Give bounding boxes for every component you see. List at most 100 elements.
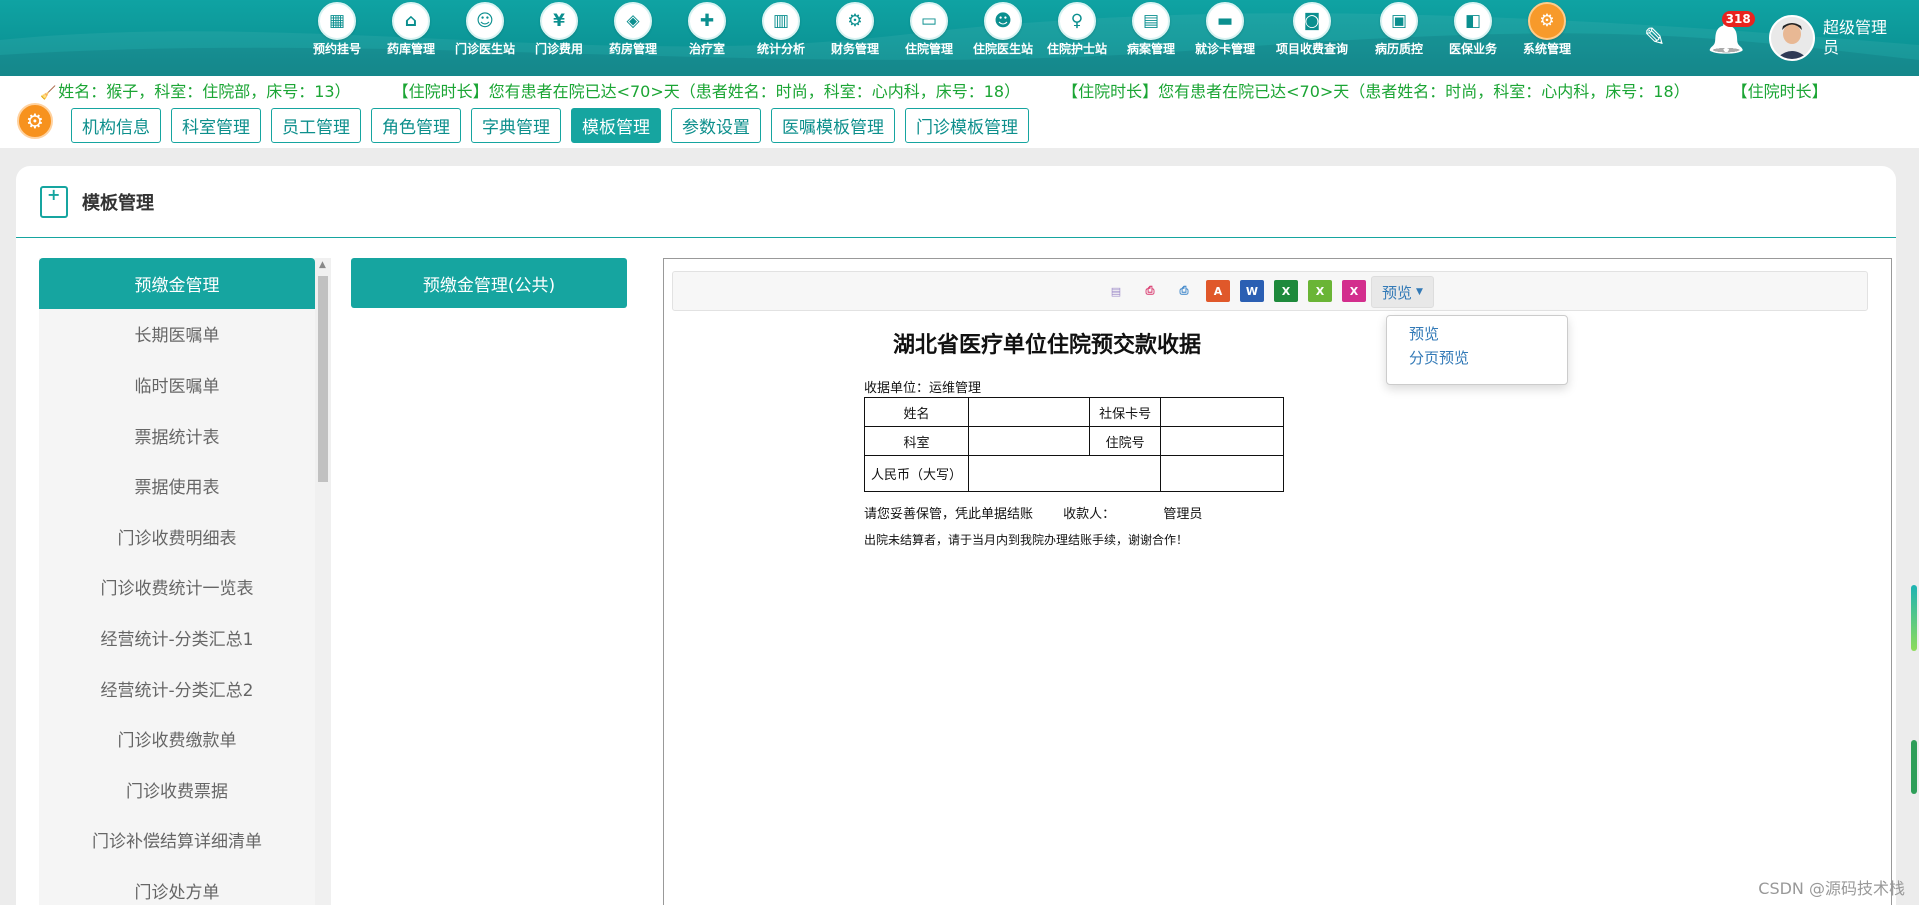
list-item[interactable]: 门诊收费明细表 <box>39 511 315 562</box>
nav-item-label: 住院管理 <box>904 42 953 56</box>
table-cell: 社保卡号 <box>1089 397 1161 427</box>
nav-item[interactable]: ✚ 治疗室 <box>670 0 744 76</box>
receipt-note-settle: 出院未结算者，请于当月内到我院办理结账手续，谢谢合作！ <box>864 533 1189 547</box>
list-item[interactable]: 票据统计表 <box>39 410 315 461</box>
receipt-unit: 收据单位：运维管理 <box>864 381 982 396</box>
doctor-icon: ☺ <box>466 2 504 40</box>
page-scroll-indicator-lower[interactable] <box>1911 740 1917 794</box>
excel3-icon[interactable]: X <box>1342 280 1366 302</box>
report-toolbar: ▤ ⎙ ⎙ A W X X X 预览 ▼ <box>672 271 1868 311</box>
scrollbar-thumb[interactable] <box>318 276 328 482</box>
list-item[interactable]: 预缴金管理 <box>39 258 315 309</box>
preview-dropdown-label: 预览 <box>1382 283 1413 302</box>
subtab[interactable]: 科室管理 <box>171 108 261 143</box>
notification-bell[interactable]: 🔔 318 <box>1708 10 1755 56</box>
table-cell: 科室 <box>863 426 970 456</box>
toolbar-icons: ▤ ⎙ ⎙ A W X X X <box>1104 280 1376 302</box>
list-item[interactable]: 门诊收费票据 <box>39 764 315 815</box>
card-header: 模板管理 <box>16 166 1896 238</box>
nav-item-label: 医保业务 <box>1448 42 1497 56</box>
subtab[interactable]: 员工管理 <box>271 108 361 143</box>
nav-item[interactable]: ▥ 统计分析 <box>744 0 818 76</box>
nav-item[interactable]: ◙ 项目收费查询 <box>1262 0 1362 76</box>
nav-item[interactable]: ▦ 预约挂号 <box>300 0 374 76</box>
list-item[interactable]: 门诊处方单 <box>39 865 315 905</box>
public-template-button[interactable]: 预缴金管理(公共) <box>351 258 627 308</box>
yen-icon: ¥ <box>540 2 578 40</box>
subtab[interactable]: 机构信息 <box>71 108 161 143</box>
subtab[interactable]: 门诊模板管理 <box>905 108 1029 143</box>
table-cell: 人民币（大写） <box>863 455 970 492</box>
preview-dropdown-button[interactable]: 预览 ▼ <box>1371 276 1434 308</box>
subtab[interactable]: 模板管理 <box>571 108 661 143</box>
excel2-icon[interactable]: X <box>1308 280 1332 302</box>
inpatient-nurse-icon: ♀ <box>1058 2 1096 40</box>
table-cell <box>968 426 1091 456</box>
template-list-scrollbar[interactable]: ▲ <box>315 258 331 905</box>
excel-icon[interactable]: X <box>1274 280 1298 302</box>
avatar-image <box>1771 17 1813 59</box>
subtab[interactable]: 医嘱模板管理 <box>771 108 895 143</box>
nav-item-label: 就诊卡管理 <box>1194 42 1255 56</box>
id-card-icon: ▬ <box>1206 2 1244 40</box>
nav-item[interactable]: ▤ 病案管理 <box>1114 0 1188 76</box>
list-item[interactable]: 临时医嘱单 <box>39 359 315 410</box>
pdf-icon[interactable]: A <box>1206 280 1230 302</box>
finance-gear-icon: ⚙ <box>836 2 874 40</box>
nav-item[interactable]: ☺ 门诊医生站 <box>448 0 522 76</box>
nav-item[interactable]: ♀ 住院护士站 <box>1040 0 1114 76</box>
nav-item[interactable]: ⌂ 药库管理 <box>374 0 448 76</box>
template-management-card: 模板管理 预缴金管理长期医嘱单临时医嘱单票据统计表票据使用表门诊收费明细表门诊收… <box>16 166 1896 905</box>
subtab[interactable]: 参数设置 <box>671 108 761 143</box>
edit-pencil-icon[interactable]: ✎ <box>1644 23 1666 53</box>
list-item[interactable]: 门诊补偿结算详细清单 <box>39 815 315 866</box>
list-item[interactable]: 长期医嘱单 <box>39 309 315 360</box>
nav-item-label: 病案管理 <box>1126 42 1175 56</box>
nav-item[interactable]: ◧ 医保业务 <box>1436 0 1510 76</box>
menu-item-preview[interactable]: 预览 <box>1387 322 1567 346</box>
receipt-table: 姓名 社保卡号 科室 住院号 人民币（大写） <box>863 397 1285 492</box>
nav-item[interactable]: ▬ 就诊卡管理 <box>1188 0 1262 76</box>
nav-item-label: 治疗室 <box>688 42 725 56</box>
design-icon[interactable]: ▤ <box>1104 280 1128 302</box>
user-name[interactable]: 超级管理员 <box>1823 18 1893 58</box>
menu-item-page-preview[interactable]: 分页预览 <box>1387 346 1567 370</box>
page-scroll-indicator[interactable] <box>1911 585 1917 651</box>
marquee-message: 姓名：猴子，科室：住院部，床号：13） <box>58 82 351 100</box>
case-record-icon: ▤ <box>1132 2 1170 40</box>
nav-item-label: 门诊医生站 <box>454 42 515 56</box>
nav-item[interactable]: ⚙ 系统管理 <box>1510 0 1584 76</box>
payee-name: 管理员 <box>1163 507 1203 522</box>
nav-item[interactable]: ⚙ 财务管理 <box>818 0 892 76</box>
insurance-icon: ◧ <box>1454 2 1492 40</box>
receipt-note-text: 请您妥善保管，凭此单据结账 <box>864 507 1034 522</box>
receipt-title: 湖北省医疗单位住院预交款收据 <box>893 333 1202 358</box>
list-item[interactable]: 门诊收费缴款单 <box>39 713 315 764</box>
print-setup-icon[interactable]: ⎙ <box>1138 280 1162 302</box>
settings-gear-icon[interactable]: ⚙ <box>17 103 53 139</box>
nav-item[interactable]: ¥ 门诊费用 <box>522 0 596 76</box>
list-item[interactable]: 经营统计-分类汇总2 <box>39 663 315 714</box>
avatar[interactable] <box>1769 15 1815 61</box>
nav-item[interactable]: ▭ 住院管理 <box>892 0 966 76</box>
nav-item[interactable]: ▣ 病历质控 <box>1362 0 1436 76</box>
payee-label: 收款人： <box>1063 507 1116 522</box>
list-item[interactable]: 经营统计-分类汇总1 <box>39 612 315 663</box>
table-cell <box>1159 455 1285 492</box>
bar-chart-icon: ▥ <box>762 2 800 40</box>
scroll-up-arrow-icon[interactable]: ▲ <box>319 260 326 270</box>
nav-item-label: 住院护士站 <box>1046 42 1107 56</box>
nav-item[interactable]: ☻ 住院医生站 <box>966 0 1040 76</box>
list-item[interactable]: 票据使用表 <box>39 460 315 511</box>
nav-item-label: 财务管理 <box>830 42 879 56</box>
document-icon <box>40 185 68 218</box>
inpatient-doctor-icon: ☻ <box>984 2 1022 40</box>
nav-item[interactable]: ◈ 药房管理 <box>596 0 670 76</box>
subtab[interactable]: 字典管理 <box>471 108 561 143</box>
print-icon[interactable]: ⎙ <box>1172 280 1196 302</box>
preview-dropdown-menu: 预览 分页预览 <box>1386 315 1568 385</box>
word-icon[interactable]: W <box>1240 280 1264 302</box>
list-item[interactable]: 门诊收费统计一览表 <box>39 562 315 613</box>
nav-item-label: 药库管理 <box>386 42 435 56</box>
subtab[interactable]: 角色管理 <box>371 108 461 143</box>
